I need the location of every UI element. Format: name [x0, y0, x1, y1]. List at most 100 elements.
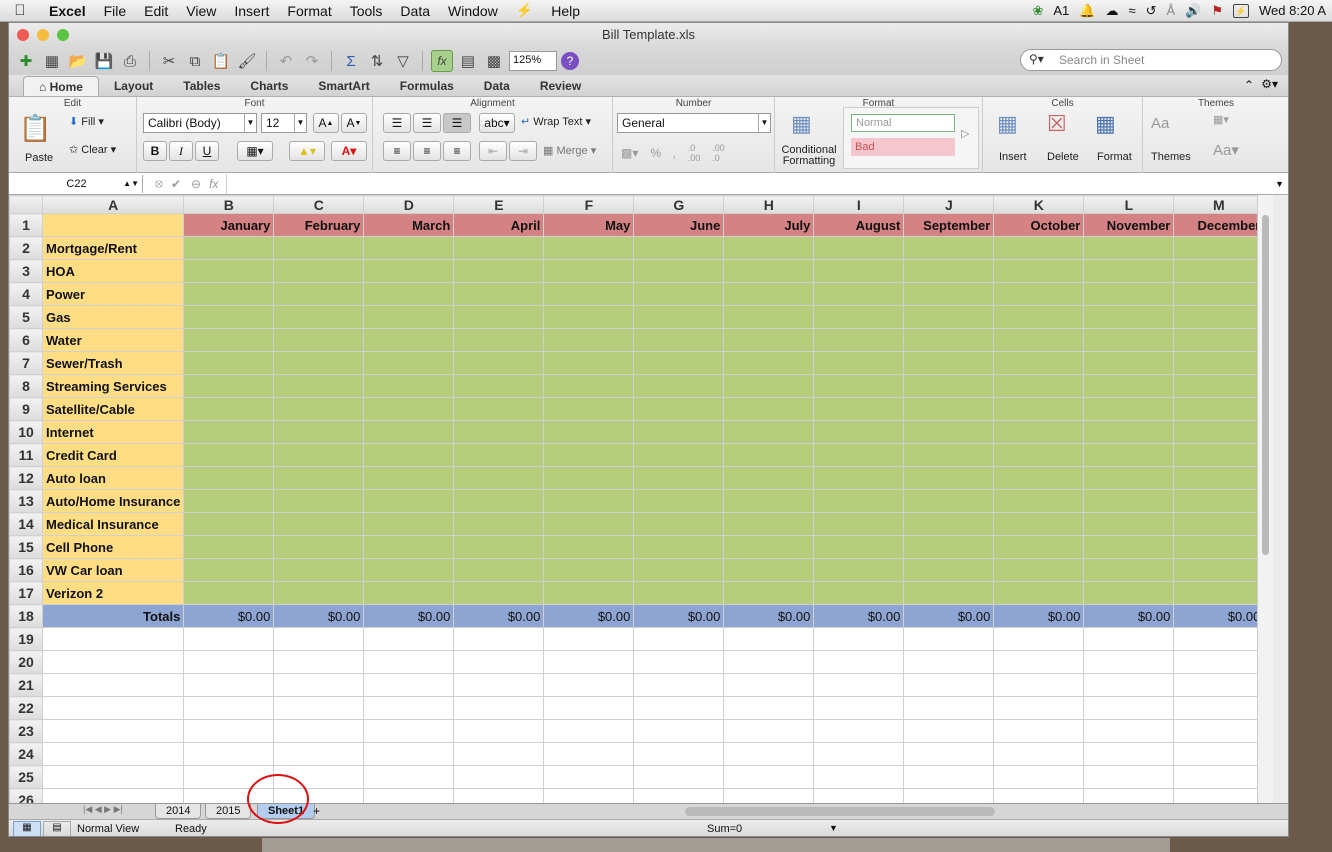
empty-cell[interactable] — [723, 742, 815, 766]
themes-icon[interactable]: Aa — [1151, 115, 1169, 132]
empty-cell[interactable] — [183, 650, 275, 674]
empty-cell[interactable] — [993, 719, 1085, 743]
amount-cell[interactable] — [543, 305, 635, 329]
select-all-corner[interactable] — [9, 195, 43, 214]
amount-cell[interactable] — [453, 466, 545, 490]
column-header[interactable]: M — [1173, 195, 1265, 214]
font-color-icon[interactable]: A▾ — [331, 141, 367, 161]
column-header[interactable]: C — [273, 195, 365, 214]
month-header-cell[interactable]: July — [723, 213, 815, 237]
amount-cell[interactable] — [723, 443, 815, 467]
empty-cell[interactable] — [543, 719, 635, 743]
currency-icon[interactable]: ▩▾ — [621, 146, 638, 160]
amount-cell[interactable] — [993, 328, 1085, 352]
zoom-select[interactable]: 125% — [509, 51, 557, 71]
amount-cell[interactable] — [1083, 397, 1175, 421]
amount-cell[interactable] — [363, 466, 455, 490]
amount-cell[interactable] — [903, 558, 995, 582]
amount-cell[interactable] — [453, 259, 545, 283]
month-header-cell[interactable]: June — [633, 213, 725, 237]
amount-cell[interactable] — [363, 282, 455, 306]
empty-cell[interactable] — [41, 788, 185, 803]
amount-cell[interactable] — [363, 443, 455, 467]
column-header[interactable]: L — [1083, 195, 1175, 214]
amount-cell[interactable] — [543, 512, 635, 536]
row-header[interactable]: 20 — [9, 650, 43, 674]
amount-cell[interactable] — [453, 489, 545, 513]
amount-cell[interactable] — [813, 581, 905, 605]
amount-cell[interactable] — [183, 282, 275, 306]
templates-icon[interactable]: ▦ — [41, 50, 63, 72]
row-header[interactable]: 5 — [9, 305, 43, 329]
amount-cell[interactable] — [1173, 512, 1265, 536]
amount-cell[interactable] — [273, 466, 365, 490]
amount-cell[interactable] — [813, 420, 905, 444]
format-painter-icon[interactable]: 🖌 — [236, 50, 258, 72]
sheet-nav-arrows-icon[interactable]: |◀ ◀ ▶ ▶| — [83, 804, 123, 815]
align-left-icon[interactable]: ≡ — [383, 141, 411, 161]
amount-cell[interactable] — [363, 535, 455, 559]
amount-cell[interactable] — [633, 328, 725, 352]
empty-cell[interactable] — [363, 719, 455, 743]
amount-cell[interactable] — [273, 351, 365, 375]
empty-cell[interactable] — [453, 650, 545, 674]
wifi-icon[interactable]: ≈ — [1128, 3, 1135, 18]
normal-view-icon[interactable]: ▦ — [13, 821, 41, 836]
amount-cell[interactable] — [1083, 374, 1175, 398]
amount-cell[interactable] — [1083, 236, 1175, 260]
add-sheet-icon[interactable]: + — [313, 804, 320, 818]
empty-cell[interactable] — [813, 719, 905, 743]
amount-cell[interactable] — [273, 328, 365, 352]
search-input[interactable]: ⚲▾ Search in Sheet — [1020, 49, 1282, 71]
amount-cell[interactable] — [543, 397, 635, 421]
amount-cell[interactable] — [813, 351, 905, 375]
empty-cell[interactable] — [903, 742, 995, 766]
empty-cell[interactable] — [903, 696, 995, 720]
tab-data[interactable]: Data — [469, 76, 525, 96]
amount-cell[interactable] — [633, 259, 725, 283]
amount-cell[interactable] — [633, 351, 725, 375]
empty-cell[interactable] — [1173, 765, 1265, 789]
amount-cell[interactable] — [633, 397, 725, 421]
amount-cell[interactable] — [363, 328, 455, 352]
delete-cells-button[interactable]: Delete — [1047, 151, 1079, 163]
amount-cell[interactable] — [1083, 420, 1175, 444]
amount-cell[interactable] — [903, 305, 995, 329]
total-cell[interactable]: $0.00 — [1083, 604, 1175, 628]
empty-cell[interactable] — [633, 627, 725, 651]
empty-cell[interactable] — [813, 696, 905, 720]
decrease-decimal-icon[interactable]: .00.0 — [712, 143, 725, 163]
amount-cell[interactable] — [543, 236, 635, 260]
amount-cell[interactable] — [723, 328, 815, 352]
empty-cell[interactable] — [723, 788, 815, 803]
empty-cell[interactable] — [723, 765, 815, 789]
menu-insert[interactable]: Insert — [225, 3, 278, 19]
empty-cell[interactable] — [41, 627, 185, 651]
amount-cell[interactable] — [543, 374, 635, 398]
decrease-indent-icon[interactable]: ⇤ — [479, 141, 507, 161]
tab-layout[interactable]: Layout — [99, 76, 168, 96]
row-header[interactable]: 26 — [9, 788, 43, 803]
amount-cell[interactable] — [453, 236, 545, 260]
amount-cell[interactable] — [813, 328, 905, 352]
amount-cell[interactable] — [723, 351, 815, 375]
total-cell[interactable]: $0.00 — [633, 604, 725, 628]
menu-edit[interactable]: Edit — [135, 3, 177, 19]
amount-cell[interactable] — [363, 259, 455, 283]
paste-button[interactable]: Paste — [25, 152, 53, 164]
volume-icon[interactable]: 🔊 — [1185, 3, 1201, 19]
total-cell[interactable]: $0.00 — [273, 604, 365, 628]
month-header-cell[interactable]: November — [1083, 213, 1175, 237]
amount-cell[interactable] — [813, 535, 905, 559]
amount-cell[interactable] — [273, 489, 365, 513]
empty-cell[interactable] — [273, 719, 365, 743]
column-header[interactable]: J — [903, 195, 995, 214]
comma-icon[interactable]: ‚ — [673, 146, 676, 160]
amount-cell[interactable] — [273, 305, 365, 329]
confirm-formula-icon[interactable]: ✔ — [171, 177, 181, 191]
increase-font-icon[interactable]: A ▲ — [313, 113, 339, 133]
script-menu-icon[interactable]: ⚡ — [507, 2, 542, 19]
bill-label-cell[interactable]: Medical Insurance — [41, 512, 185, 536]
amount-cell[interactable] — [633, 374, 725, 398]
menu-view[interactable]: View — [177, 3, 225, 19]
